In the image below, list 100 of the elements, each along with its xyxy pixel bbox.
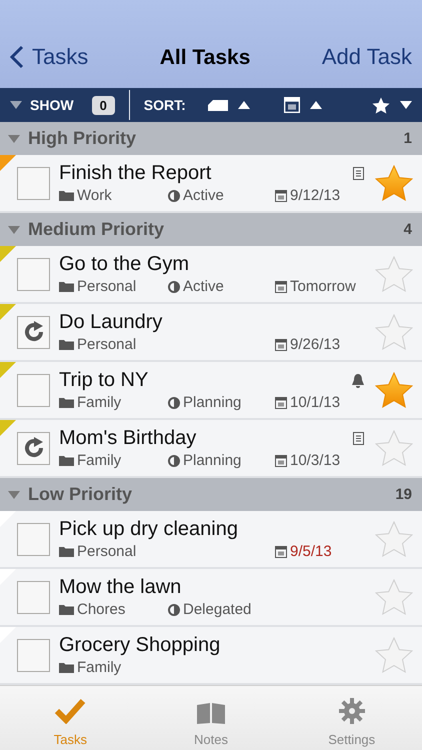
show-count-badge: 0: [92, 96, 115, 114]
checkbox[interactable]: [17, 638, 50, 672]
section-header[interactable]: High Priority 1: [0, 122, 422, 155]
star-icon[interactable]: [375, 372, 413, 408]
folder-icon: [59, 339, 74, 350]
task-title: Mom's Birthday: [59, 427, 198, 450]
caret-icon: [10, 101, 22, 109]
task-title: Go to the Gym: [59, 253, 190, 276]
checkbox[interactable]: [17, 166, 50, 200]
sort-button[interactable]: [208, 100, 250, 110]
star-icon[interactable]: [375, 430, 413, 466]
task-row[interactable]: Mow the lawn Chores Delegated: [0, 569, 422, 627]
folder-label: Chores: [59, 601, 168, 618]
status-icon: [168, 604, 180, 616]
disclosure-icon: [8, 490, 20, 498]
section-title: Medium Priority: [28, 219, 166, 240]
sort-direction-icon: [400, 101, 412, 109]
due-date: 10/3/13: [275, 452, 374, 469]
calendar-icon: [275, 190, 287, 202]
task-title: Trip to NY: [59, 369, 150, 392]
checkbox[interactable]: [17, 374, 50, 406]
star-icon[interactable]: [375, 314, 413, 350]
task-row[interactable]: Pick up dry cleaning Personal 9/5/13: [0, 511, 422, 569]
chevron-left-icon: [10, 45, 24, 69]
task-row[interactable]: Finish the Report Work Active 9/12/13: [0, 155, 422, 213]
folder-label: Family: [59, 452, 168, 469]
repeat-checkbox[interactable]: [17, 432, 50, 464]
calendar-icon: [284, 97, 300, 113]
status-icon: [168, 280, 180, 292]
checkmark-icon: [54, 698, 86, 724]
sort-button[interactable]: [284, 97, 322, 113]
section-header[interactable]: Low Priority 19: [0, 478, 422, 511]
folder-label: Family: [59, 394, 168, 411]
folder-icon: [59, 604, 74, 615]
back-button[interactable]: Tasks: [10, 44, 88, 70]
status-label: Planning: [168, 452, 275, 469]
due-date: 9/12/13: [275, 187, 374, 204]
task-row[interactable]: Do Laundry Personal 9/26/13: [0, 304, 422, 362]
add-task-button[interactable]: Add Task: [322, 44, 412, 70]
status-icon: [168, 190, 180, 202]
task-row[interactable]: Trip to NY Family Planning 10/1/13: [0, 362, 422, 420]
status-label: Active: [168, 278, 275, 295]
folder-icon: [59, 190, 74, 201]
status-label: Planning: [168, 394, 275, 411]
section-count: 19: [395, 486, 412, 503]
sort-direction-icon: [238, 101, 250, 109]
folder-label: Family: [59, 659, 168, 676]
folder-icon: [59, 455, 74, 466]
sort-label: SORT:: [144, 97, 186, 113]
calendar-icon: [275, 454, 287, 466]
star-icon[interactable]: [375, 165, 413, 201]
status-icon: [168, 396, 180, 408]
section-title: Low Priority: [28, 484, 134, 505]
task-row[interactable]: Grocery Shopping Family: [0, 627, 422, 685]
due-date: 9/5/13: [275, 543, 374, 560]
star-icon[interactable]: [375, 256, 413, 292]
settings-icon: [338, 698, 365, 724]
status-icon: [168, 454, 180, 466]
section-count: 1: [404, 130, 412, 147]
folder-icon: [59, 546, 74, 557]
star-icon: [372, 96, 390, 114]
due-date: Tomorrow: [275, 278, 374, 295]
task-title: Finish the Report: [59, 162, 212, 185]
checkbox[interactable]: [17, 258, 50, 290]
checkbox[interactable]: [17, 580, 50, 614]
calendar-icon: [275, 338, 287, 350]
folder-icon: [59, 662, 74, 673]
section-count: 4: [404, 221, 412, 238]
calendar-icon: [275, 546, 287, 558]
due-date: 9/26/13: [275, 336, 374, 353]
section-title: High Priority: [28, 128, 138, 149]
sort-button[interactable]: [372, 96, 412, 114]
folder-icon: [59, 397, 74, 408]
folder-label: Personal: [59, 278, 168, 295]
disclosure-icon: [8, 226, 20, 234]
folder-icon: [59, 281, 74, 292]
star-icon[interactable]: [375, 579, 413, 615]
task-title: Pick up dry cleaning: [59, 518, 239, 541]
calendar-icon: [275, 396, 287, 408]
checkbox[interactable]: [17, 522, 50, 556]
folder-label: Personal: [59, 336, 168, 353]
section-header[interactable]: Medium Priority 4: [0, 213, 422, 246]
calendar-icon: [275, 280, 287, 292]
back-label[interactable]: Tasks: [32, 44, 88, 70]
screen-title: All Tasks: [160, 46, 250, 70]
task-title: Grocery Shopping: [59, 634, 222, 657]
status-label: Delegated: [168, 601, 275, 618]
task-row[interactable]: Go to the Gym Personal Active Tomorrow: [0, 246, 422, 304]
due-date: 10/1/13: [275, 394, 374, 411]
repeat-checkbox[interactable]: [17, 316, 50, 348]
star-icon[interactable]: [375, 521, 413, 557]
sort-direction-icon: [310, 101, 322, 109]
folder-label: Personal: [59, 543, 168, 560]
task-title: Do Laundry: [59, 311, 164, 334]
task-row[interactable]: Mom's Birthday Family Planning 10/3/13: [0, 420, 422, 478]
status-label: Active: [168, 187, 275, 204]
book-icon: [197, 702, 225, 724]
task-title: Mow the lawn: [59, 576, 182, 599]
star-icon[interactable]: [375, 637, 413, 673]
show-button[interactable]: SHOW: [10, 97, 74, 113]
